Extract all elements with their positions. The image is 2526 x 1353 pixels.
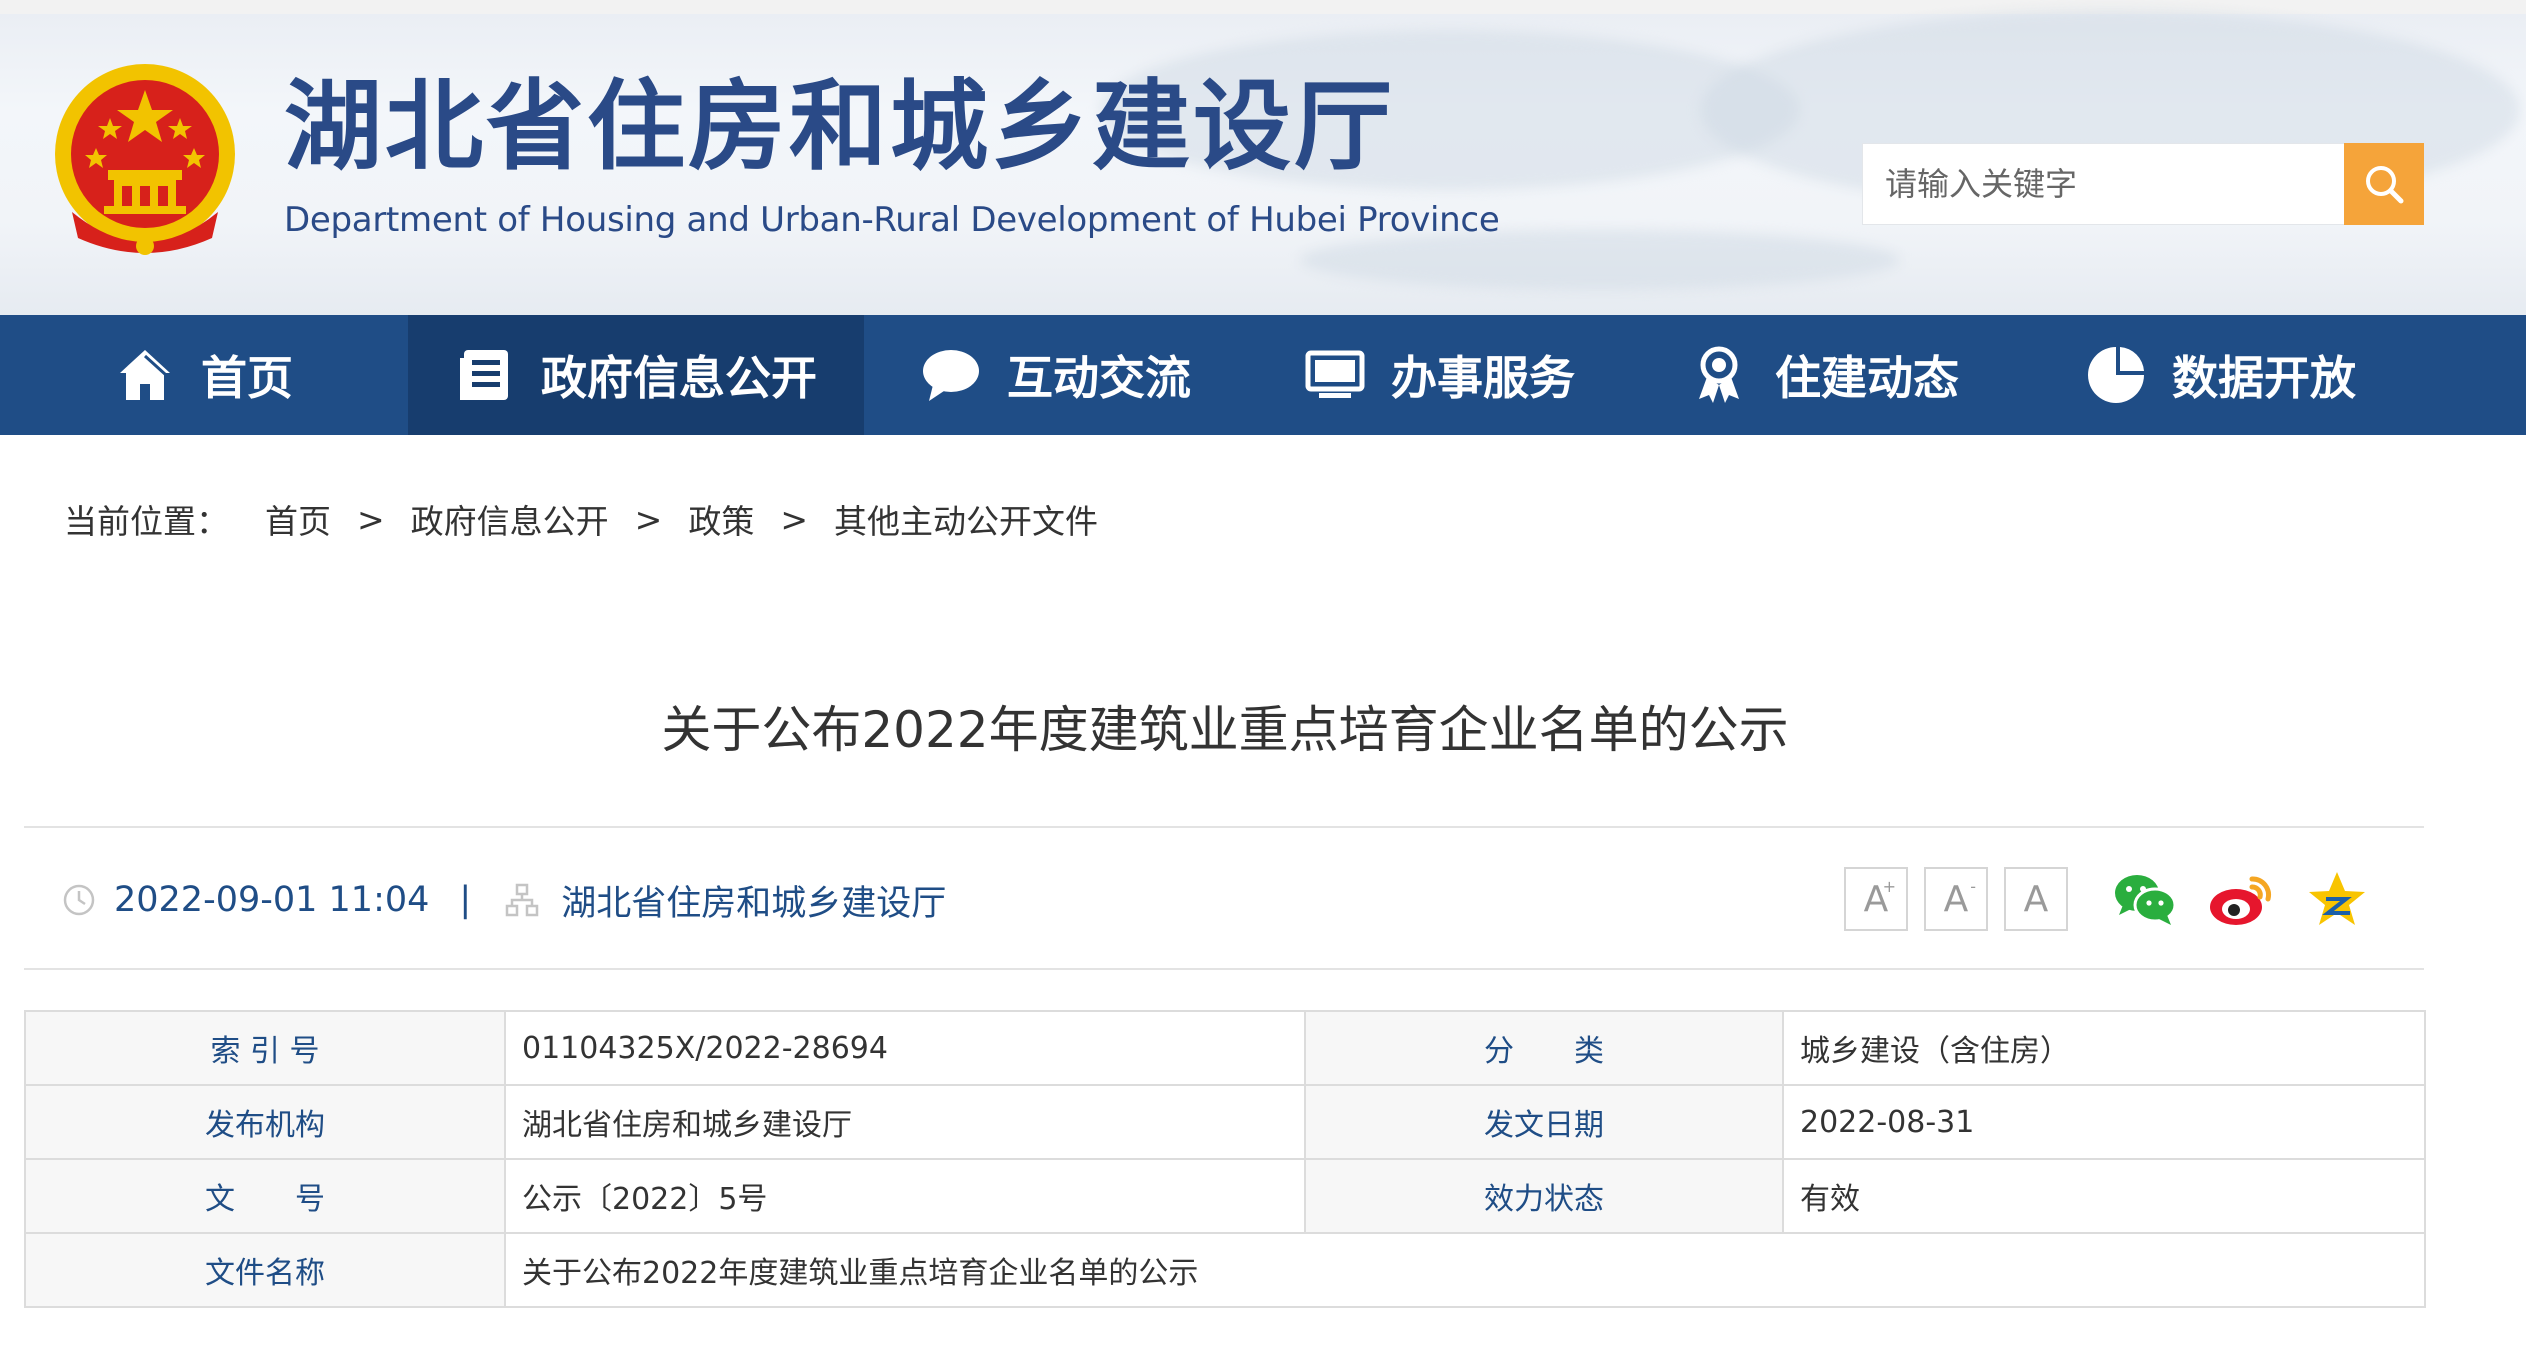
table-row: 索 引 号 01104325X/2022-28694 分 类 城乡建设（含住房） [24, 1010, 2426, 1086]
nav-item-news[interactable]: 住建动态 [1632, 315, 2016, 435]
nav-label: 互动交流 [1007, 351, 1191, 405]
chat-bubble-icon [921, 345, 981, 405]
info-value: 关于公布2022年度建筑业重点培育企业名单的公示 [504, 1232, 2426, 1308]
clock-icon [63, 884, 95, 916]
nav-label: 住建动态 [1775, 351, 1959, 405]
weibo-icon [2210, 876, 2271, 925]
info-key: 分 类 [1304, 1010, 1784, 1086]
search-box [1862, 143, 2346, 225]
search-input[interactable] [1863, 144, 2346, 224]
monitor-icon [1305, 345, 1365, 405]
meta-divider: | [459, 880, 472, 920]
breadcrumb-separator: > [634, 499, 663, 539]
article-meta: 2022-09-01 11:04 | 湖北省住房和城乡建设厅 [62, 870, 946, 930]
publish-datetime: 2022-09-01 11:04 [114, 880, 430, 920]
nav-item-open-data[interactable]: 数据开放 [2016, 315, 2426, 435]
nav-item-gov-info[interactable]: 政府信息公开 [408, 315, 864, 435]
site-header: 湖北省住房和城乡建设厅 Department of Housing and Ur… [0, 0, 2526, 315]
search-icon [2366, 166, 2404, 204]
font-increase-button[interactable]: A + [1844, 867, 1908, 931]
nav-label: 政府信息公开 [541, 351, 817, 405]
info-value: 城乡建设（含住房） [1782, 1010, 2426, 1086]
wechat-icon [2115, 875, 2177, 925]
info-value: 2022-08-31 [1782, 1084, 2426, 1160]
info-key: 效力状态 [1304, 1158, 1784, 1234]
info-key: 文 号 [24, 1158, 506, 1234]
font-button-modifier: - [1970, 877, 1976, 896]
nav-item-home[interactable]: 首页 [0, 315, 408, 435]
nav-item-interaction[interactable]: 互动交流 [864, 315, 1248, 435]
breadcrumb-item-home[interactable]: 首页 [265, 495, 331, 543]
font-button-label: A [2023, 878, 2049, 920]
qzone-icon [2309, 872, 2365, 925]
document-info-table: 索 引 号 01104325X/2022-28694 分 类 城乡建设（含住房）… [24, 1010, 2426, 1308]
nav-label: 数据开放 [2172, 351, 2356, 405]
share-wechat-button[interactable] [2112, 866, 2178, 932]
share-qzone-button[interactable] [2304, 866, 2370, 932]
font-decrease-button[interactable]: A- [1924, 867, 1988, 931]
national-emblem-icon [55, 64, 235, 255]
breadcrumb-item-other-files[interactable]: 其他主动公开文件 [834, 495, 1098, 543]
meta-divider-line [24, 968, 2424, 970]
info-value: 有效 [1782, 1158, 2426, 1234]
site-title: 湖北省住房和城乡建设厅 [284, 69, 1396, 184]
font-button-modifier: + [1882, 877, 1896, 896]
nav-label: 首页 [201, 351, 293, 405]
table-row: 文 号 公示〔2022〕5号 效力状态 有效 [24, 1158, 2426, 1234]
title-divider [24, 826, 2424, 828]
nav-item-services[interactable]: 办事服务 [1248, 315, 1632, 435]
publish-source: 湖北省住房和城乡建设厅 [561, 883, 947, 924]
home-icon [115, 345, 175, 405]
org-tree-icon [505, 883, 539, 917]
article-title: 关于公布2022年度建筑业重点培育企业名单的公示 [661, 701, 1789, 759]
info-key: 文件名称 [24, 1232, 506, 1308]
breadcrumb: 当前位置： 首页 > 政府信息公开 > 政策 > 其他主动公开文件 [64, 495, 1098, 543]
pie-chart-icon [2086, 345, 2146, 405]
breadcrumb-separator: > [357, 499, 385, 539]
info-value: 01104325X/2022-28694 [504, 1010, 1306, 1086]
table-row: 发布机构 湖北省住房和城乡建设厅 发文日期 2022-08-31 [24, 1084, 2426, 1160]
font-button-label: A [1943, 878, 1969, 920]
main-nav: 首页 政府信息公开 互动交流 办事服务 住建动态 数据开放 [0, 315, 2526, 435]
font-size-tools: A + A- A [1844, 867, 2084, 931]
document-list-icon [455, 345, 515, 405]
award-icon [1689, 345, 1749, 405]
breadcrumb-item-gov-info[interactable]: 政府信息公开 [411, 495, 609, 543]
font-reset-button[interactable]: A [2004, 867, 2068, 931]
site-subtitle: Department of Housing and Urban-Rural De… [284, 200, 1500, 240]
share-weibo-button[interactable] [2208, 866, 2274, 932]
info-key: 发布机构 [24, 1084, 506, 1160]
breadcrumb-separator: > [780, 499, 808, 539]
search-button[interactable] [2344, 143, 2424, 225]
share-tools [2112, 866, 2400, 932]
info-key: 索 引 号 [24, 1010, 506, 1086]
info-value: 公示〔2022〕5号 [504, 1158, 1306, 1234]
table-row: 文件名称 关于公布2022年度建筑业重点培育企业名单的公示 [24, 1232, 2426, 1308]
nav-label: 办事服务 [1391, 351, 1575, 405]
breadcrumb-lead: 当前位置： [64, 502, 229, 541]
breadcrumb-item-policy[interactable]: 政策 [688, 495, 754, 543]
info-key: 发文日期 [1304, 1084, 1784, 1160]
info-value: 湖北省住房和城乡建设厅 [504, 1084, 1306, 1160]
